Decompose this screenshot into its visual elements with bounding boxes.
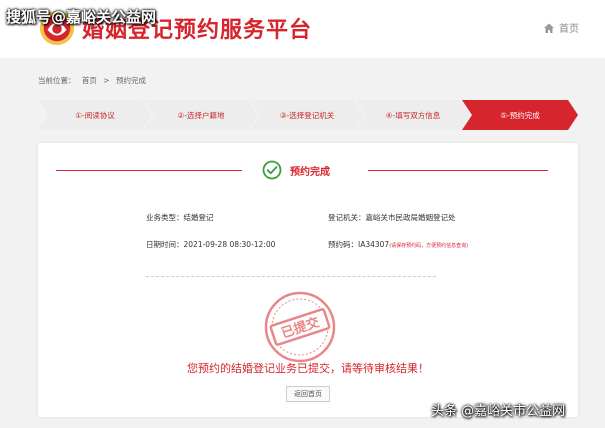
- home-link[interactable]: 首页: [543, 20, 579, 35]
- status-message: 您预约的结婚登记业务已提交，请等待审核结果！: [187, 362, 429, 375]
- step-fill-info: ④-填写双方信息: [356, 100, 470, 130]
- breadcrumb-current: 预约完成: [115, 76, 146, 85]
- breadcrumb: 当前位置： 首页 > 预约完成: [38, 75, 150, 86]
- step-select-office: ③-选择登记机关: [250, 100, 364, 130]
- result-card: 预约完成 业务类型：结婚登记 登记机关：嘉峪关市民政局婚姻登记处 日期时间：20…: [38, 143, 578, 417]
- step-label: ⑤-预约完成: [500, 110, 540, 120]
- registration-office: 登记机关：嘉峪关市民政局婚姻登记处: [328, 213, 456, 222]
- result-title-row: 预约完成: [38, 160, 578, 182]
- step-select-household: ②-选择户籍地: [144, 100, 258, 130]
- step-label: ④-填写双方信息: [385, 110, 441, 120]
- home-icon: [544, 23, 554, 33]
- appointment-code: 预约码：IA34307(请保存预约码，方便预约信息查询): [328, 239, 468, 250]
- back-home-button[interactable]: 返回首页: [286, 386, 330, 402]
- step-complete: ⑤-预约完成: [462, 100, 578, 130]
- title-divider-right: [368, 170, 548, 171]
- step-label: ②-选择户籍地: [177, 110, 225, 120]
- home-link-label: 首页: [559, 24, 579, 35]
- dashed-divider: [146, 276, 436, 277]
- breadcrumb-separator: >: [103, 76, 110, 85]
- step-label: ①-阅读协议: [75, 110, 115, 120]
- appointment-datetime: 日期时间：2021-09-28 08:30-12:00: [146, 240, 276, 249]
- result-title: 预约完成: [290, 167, 330, 178]
- breadcrumb-home-link[interactable]: 首页: [82, 76, 97, 85]
- breadcrumb-prefix: 当前位置：: [38, 76, 76, 85]
- business-type: 业务类型：结婚登记: [146, 213, 214, 222]
- step-label: ③-选择登记机关: [279, 110, 335, 120]
- check-circle-icon: [262, 160, 282, 180]
- watermark-bottom: 头条 @嘉峪关市公益网: [431, 404, 566, 419]
- title-divider-left: [56, 170, 242, 171]
- step-progress: ①-阅读协议 ②-选择户籍地 ③-选择登记机关 ④-填写双方信息 ⑤-预约完成: [38, 100, 578, 130]
- submitted-stamp: 已提交: [264, 291, 336, 363]
- appointment-code-note: (请保存预约码，方便预约信息查询): [389, 243, 469, 249]
- watermark-top: 搜狐号@嘉峪关公益网: [6, 8, 157, 26]
- step-read-agreement: ①-阅读协议: [38, 100, 152, 130]
- appointment-code-value: 预约码：IA34307: [328, 240, 390, 249]
